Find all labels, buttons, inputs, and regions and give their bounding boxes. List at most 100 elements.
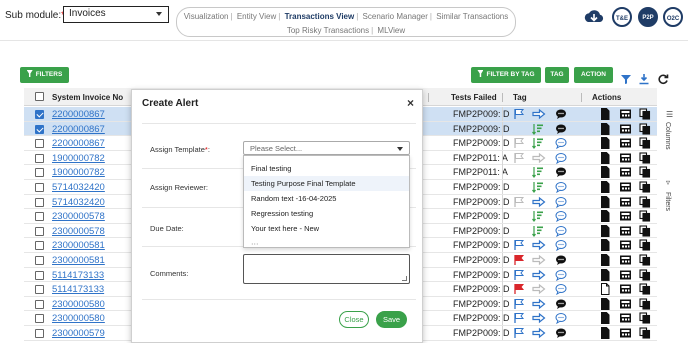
flag-icon[interactable]	[513, 327, 525, 339]
copy-icon[interactable]	[639, 166, 651, 178]
invoice-link[interactable]: 2300000578	[52, 226, 105, 237]
copy-icon[interactable]	[639, 196, 651, 208]
copy-icon[interactable]	[639, 181, 651, 193]
sort-bars-icon[interactable]	[532, 181, 544, 193]
p2p-module-button[interactable]: P2P	[638, 7, 658, 27]
invoice-link[interactable]: 2300000580	[52, 299, 105, 310]
row-checkbox[interactable]	[35, 183, 44, 192]
comment-icon[interactable]	[555, 239, 567, 252]
invoice-link[interactable]: 2200000867	[52, 109, 105, 120]
save-button[interactable]: Save	[376, 311, 407, 328]
copy-icon[interactable]	[639, 210, 651, 222]
copy-icon[interactable]	[639, 254, 651, 266]
columns-tab[interactable]: Columns	[664, 122, 671, 150]
calculator-icon[interactable]	[619, 283, 632, 295]
copy-icon[interactable]	[639, 137, 651, 149]
nav-top-risky-transactions[interactable]: Top Risky Transactions	[287, 26, 369, 35]
document-icon[interactable]	[599, 312, 611, 325]
calculator-icon[interactable]	[619, 254, 632, 266]
flag-icon[interactable]	[513, 196, 525, 208]
comment-icon[interactable]	[555, 298, 567, 310]
comment-icon[interactable]	[555, 210, 567, 223]
copy-icon[interactable]	[639, 327, 651, 339]
flag-icon[interactable]	[513, 269, 525, 281]
calculator-icon[interactable]	[619, 327, 632, 339]
document-icon[interactable]	[599, 327, 611, 339]
calculator-icon[interactable]	[619, 181, 632, 193]
calculator-icon[interactable]	[619, 312, 632, 324]
forward-arrow-icon[interactable]	[532, 108, 546, 120]
document-icon[interactable]	[599, 195, 611, 208]
invoice-link[interactable]: 2300000578	[52, 211, 105, 222]
row-checkbox[interactable]	[35, 270, 44, 280]
row-checkbox[interactable]	[35, 285, 44, 295]
comment-icon[interactable]	[555, 196, 567, 208]
header-tests-failed[interactable]: Tests Failed	[451, 93, 497, 102]
document-icon[interactable]	[599, 254, 611, 266]
te-module-button[interactable]: T&E	[612, 7, 632, 27]
flag-icon[interactable]	[513, 137, 525, 149]
comment-icon[interactable]	[555, 137, 567, 150]
invoice-link[interactable]: 5114173133	[52, 270, 104, 281]
invoice-link[interactable]: 2300000580	[52, 313, 105, 324]
comment-icon[interactable]	[555, 312, 567, 325]
resize-grip-icon[interactable]	[402, 276, 407, 281]
flag-icon[interactable]	[513, 254, 525, 266]
forward-arrow-icon[interactable]	[532, 269, 546, 281]
comment-icon[interactable]	[555, 108, 567, 120]
copy-icon[interactable]	[639, 298, 651, 310]
dropdown-option-highlighted[interactable]: Testing Purpose Final Template	[244, 176, 409, 191]
copy-icon[interactable]	[639, 239, 651, 251]
document-icon[interactable]	[599, 137, 611, 150]
document-icon[interactable]	[599, 151, 611, 164]
download-icon[interactable]	[638, 73, 650, 85]
document-icon[interactable]	[599, 181, 611, 193]
document-icon[interactable]	[599, 166, 611, 179]
document-icon[interactable]	[599, 239, 611, 252]
dropdown-option-partial[interactable]: ⋯	[244, 236, 409, 247]
header-system-invoice-no[interactable]: System Invoice No	[52, 93, 123, 102]
document-icon[interactable]	[599, 210, 611, 223]
row-checkbox[interactable]	[35, 139, 44, 149]
forward-arrow-icon[interactable]	[532, 152, 546, 164]
flag-icon[interactable]	[513, 239, 525, 251]
dropdown-option[interactable]: Your text here - New	[244, 221, 409, 236]
calculator-icon[interactable]	[619, 196, 632, 208]
forward-arrow-icon[interactable]	[532, 196, 546, 208]
nav-similar-transactions[interactable]: Similar Transactions	[436, 12, 508, 21]
comment-icon[interactable]	[555, 254, 567, 266]
calculator-icon[interactable]	[619, 152, 632, 164]
nav-visualization[interactable]: Visualization	[184, 12, 229, 21]
forward-arrow-icon[interactable]	[532, 298, 546, 310]
forward-arrow-icon[interactable]	[532, 327, 546, 339]
comment-icon[interactable]	[555, 181, 567, 193]
close-icon[interactable]: ×	[407, 96, 414, 110]
filters-tab[interactable]: Filters	[664, 192, 671, 211]
copy-icon[interactable]	[639, 283, 651, 295]
row-checkbox[interactable]	[35, 256, 44, 265]
cloud-download-icon[interactable]	[583, 6, 605, 28]
row-checkbox[interactable]	[35, 124, 44, 134]
row-checkbox[interactable]	[35, 212, 44, 222]
o2c-module-button[interactable]: O2C	[663, 7, 683, 27]
forward-arrow-icon[interactable]	[532, 283, 546, 295]
forward-arrow-icon[interactable]	[532, 239, 546, 251]
comment-icon[interactable]	[555, 152, 567, 164]
dropdown-option[interactable]: Regression testing	[244, 206, 409, 221]
document-icon[interactable]	[599, 122, 611, 135]
copy-icon[interactable]	[639, 152, 651, 164]
row-checkbox[interactable]	[35, 168, 44, 178]
calculator-icon[interactable]	[619, 239, 632, 251]
row-checkbox[interactable]	[35, 241, 44, 251]
document-icon[interactable]	[599, 108, 611, 120]
invoice-link[interactable]: 2200000867	[52, 138, 105, 149]
document-icon[interactable]	[599, 283, 611, 296]
forward-arrow-icon[interactable]	[532, 254, 546, 266]
sort-bars-icon[interactable]	[532, 210, 544, 223]
copy-icon[interactable]	[639, 269, 651, 281]
row-checkbox[interactable]	[35, 299, 44, 309]
calculator-icon[interactable]	[619, 298, 632, 310]
document-icon[interactable]	[599, 224, 611, 237]
select-all-checkbox[interactable]	[35, 92, 44, 101]
sort-bars-icon[interactable]	[532, 225, 544, 237]
